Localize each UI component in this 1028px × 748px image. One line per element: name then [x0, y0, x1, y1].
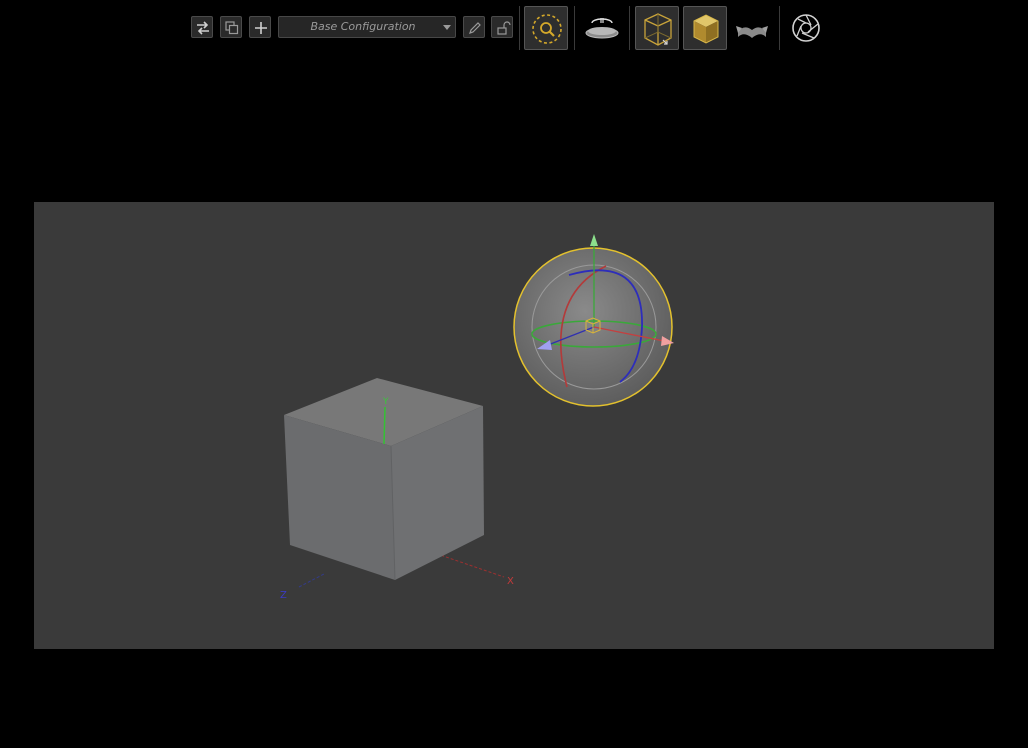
lock-configuration-button[interactable] [491, 16, 513, 38]
duplicate-button[interactable] [220, 16, 242, 38]
toolbar-divider [629, 6, 630, 50]
turntable-button[interactable] [580, 6, 624, 50]
toolbar-divider [519, 6, 520, 50]
zoom-fit-button[interactable] [524, 6, 568, 50]
render-button[interactable] [784, 6, 828, 50]
chevron-down-icon [443, 25, 451, 30]
edit-configuration-button[interactable] [463, 16, 485, 38]
x-axis-label: X [507, 576, 514, 587]
toolbar: Base Configuration [0, 0, 1028, 56]
y-axis-label: Y [382, 397, 389, 407]
z-axis-label: Z [280, 590, 287, 601]
y-axis-line [383, 406, 386, 445]
configuration-label: Base Configuration [310, 20, 416, 33]
solid-view-button[interactable] [683, 6, 727, 50]
add-configuration-button[interactable] [249, 16, 271, 38]
z-axis-line [298, 573, 325, 588]
toolbar-divider [574, 6, 575, 50]
3d-viewport[interactable]: Y X Z [34, 202, 994, 649]
flip-button[interactable] [730, 6, 774, 50]
configuration-dropdown[interactable]: Base Configuration [278, 16, 456, 38]
cube-object[interactable] [284, 378, 484, 581]
swap-button[interactable] [191, 16, 213, 38]
wireframe-view-button[interactable] [635, 6, 679, 50]
toolbar-divider [779, 6, 780, 50]
